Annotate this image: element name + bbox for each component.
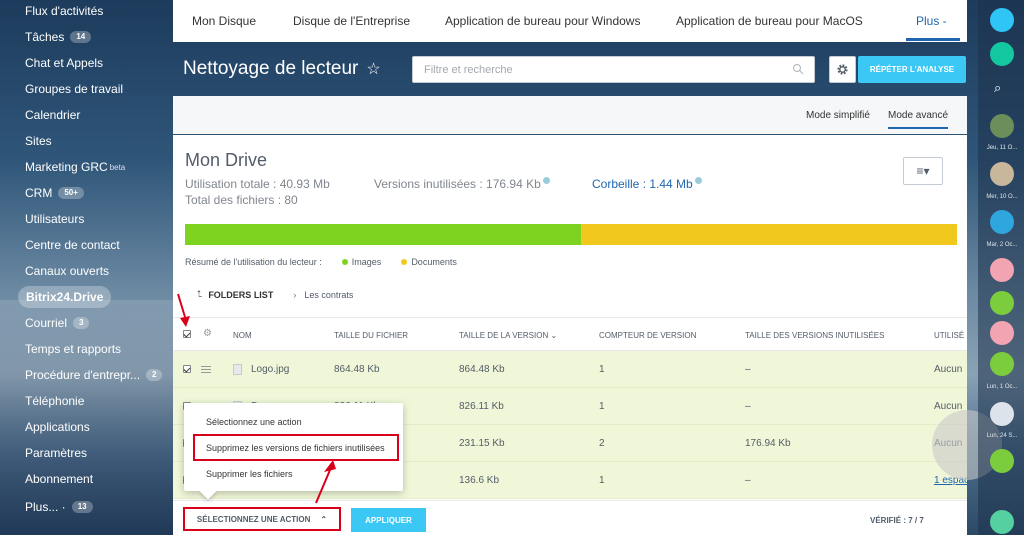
date-label: Mar, 2 Oc... xyxy=(986,242,1018,248)
date-label: Lun, 24 S... xyxy=(986,433,1018,439)
lock-icon[interactable] xyxy=(990,258,1014,282)
annotation-arrows xyxy=(177,293,336,504)
lock-icon[interactable] xyxy=(990,352,1014,376)
date-label: Jeu, 11 O... xyxy=(986,145,1018,151)
avatar[interactable] xyxy=(990,114,1014,138)
phone-icon[interactable] xyxy=(990,510,1014,534)
lock-icon[interactable] xyxy=(990,291,1014,315)
arrow-head xyxy=(324,460,336,472)
date-label: Mer, 10 O... xyxy=(986,194,1018,200)
chat-icon[interactable] xyxy=(990,42,1014,66)
date-label: Lun, 1 Oc... xyxy=(986,384,1018,390)
avatar[interactable] xyxy=(990,162,1014,186)
search-icon[interactable]: ⌕ xyxy=(994,80,1001,96)
right-sidebar: ⌕ Jeu, 11 O... Mer, 10 O... Mar, 2 Oc...… xyxy=(978,0,1024,535)
lock-icon[interactable] xyxy=(990,321,1014,345)
avatar[interactable] xyxy=(990,402,1014,426)
arrow-to-option xyxy=(315,469,331,504)
arrow-to-checkbox xyxy=(177,293,186,318)
cloud-icon[interactable] xyxy=(990,210,1014,234)
lock-icon[interactable] xyxy=(990,449,1014,473)
notifications-icon[interactable] xyxy=(990,8,1014,32)
arrow-head xyxy=(180,316,190,327)
